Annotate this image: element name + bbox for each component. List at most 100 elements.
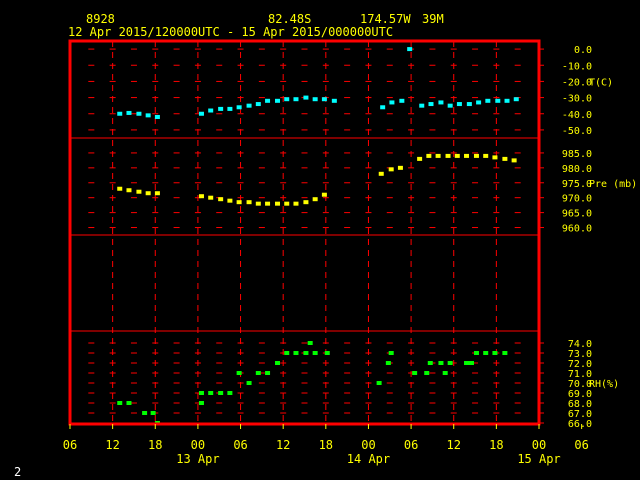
pressure-data-point [145, 191, 151, 196]
temperature-tick-label: -10.0 [562, 61, 592, 72]
temperature-tick-label: -30.0 [562, 94, 592, 105]
temperature-axis-label: T(C) [589, 77, 613, 88]
temperature-data-point [428, 102, 434, 107]
pressure-data-point [246, 200, 252, 205]
pressure-axis-label: Pre (mb) [589, 179, 637, 190]
pressure-data-point [208, 195, 214, 200]
humidity-data-point [307, 341, 313, 345]
temperature-data-point [447, 103, 453, 108]
x-tick-label: 12 [105, 438, 119, 452]
date-label: 13 Apr [176, 452, 219, 466]
humidity-data-point [483, 351, 489, 355]
meteogram-chart: 0.0 -10.0 -20.0 -30.0 -40.0 -50.0 T(C) 985.0 980… [63, 39, 637, 466]
temperature-data-point [513, 97, 519, 102]
humidity-data-point [208, 391, 214, 395]
pressure-data-point [426, 153, 432, 158]
temperature-data-point [399, 98, 405, 103]
pressure-data-point [284, 201, 290, 206]
pressure-data-point [473, 153, 479, 158]
temperature-data-point [265, 98, 271, 103]
pressure-tick-label: 975.0 [562, 179, 592, 190]
date-label: 15 Apr [517, 452, 560, 466]
humidity-data-point [424, 371, 430, 375]
humidity-data-point [265, 371, 271, 375]
pressure-tick-label: 985.0 [562, 149, 592, 160]
x-tick-label: 00 [532, 438, 546, 452]
temperature-data-point [227, 106, 233, 111]
humidity-data-point [255, 371, 261, 375]
pressure-data-point [511, 158, 517, 163]
temperature-data-point [117, 111, 123, 116]
temperature-data-point [274, 98, 280, 103]
pressure-data-point [255, 201, 261, 206]
humidity-data-point [198, 401, 204, 405]
humidity-data-point [376, 381, 382, 385]
humidity-data-point [142, 411, 148, 415]
humidity-data-point [442, 371, 448, 375]
pressure-tick-label: 980.0 [562, 164, 592, 175]
x-tick-label: 06 [574, 438, 588, 452]
date-label: 14 Apr [347, 452, 390, 466]
pressure-data-point [397, 165, 403, 170]
pressure-data-point [454, 153, 460, 158]
pressure-data-point [198, 194, 204, 199]
pressure-data-point [464, 153, 470, 158]
pressure-data-point [218, 197, 224, 202]
temperature-data-point [208, 108, 214, 113]
pressure-data-point [502, 156, 508, 161]
humidity-data-point [284, 351, 290, 355]
humidity-data-point [427, 361, 433, 365]
pressure-data-point [445, 153, 451, 158]
temperature-tick-label: 0.0 [574, 45, 592, 56]
humidity-data-point [447, 361, 453, 365]
humidity-data-point [126, 401, 132, 405]
humidity-data-point [274, 361, 280, 365]
x-tick-label: 06 [233, 438, 247, 452]
temperature-data-point [504, 98, 510, 103]
humidity-data-point [150, 411, 156, 415]
temperature-data-point [136, 111, 142, 116]
temperature-data-point [312, 97, 318, 102]
humidity-data-point [218, 391, 224, 395]
temperature-data-point [419, 103, 425, 108]
humidity-data-point [236, 371, 242, 375]
humidity-data-point [468, 361, 474, 365]
pressure-data-point [378, 171, 384, 176]
temperature-data-point [321, 97, 327, 102]
temperature-data-point [331, 98, 337, 103]
temperature-data-point [466, 102, 472, 107]
temperature-tick-label: -50.0 [562, 126, 592, 137]
pressure-data-point [154, 191, 160, 196]
pressure-data-point [388, 167, 394, 172]
pressure-data-point [293, 201, 299, 206]
x-tick-label: 18 [148, 438, 162, 452]
temperature-data-point [438, 100, 444, 105]
humidity-data-point [293, 351, 299, 355]
humidity-data-point [324, 351, 330, 355]
temperature-data-point [456, 102, 462, 107]
pressure-data-point [117, 186, 123, 191]
temperature-data-point [495, 98, 501, 103]
pressure-data-point [136, 189, 142, 194]
humidity-tick-label: 66.0 [568, 419, 592, 430]
humidity-data-point [198, 391, 204, 395]
temperature-data-point [246, 103, 252, 108]
temperature-data-point [284, 97, 290, 102]
pressure-data-point [483, 153, 489, 158]
pressure-data-point [236, 200, 242, 205]
pressure-data-point [303, 200, 309, 205]
humidity-data-point [117, 401, 123, 405]
pressure-data-point [312, 197, 318, 202]
pressure-data-point [321, 192, 327, 197]
humidity-data-point [492, 351, 498, 355]
pressure-data-point [435, 153, 441, 158]
humidity-data-point [464, 361, 470, 365]
pressure-data-point [126, 188, 132, 193]
x-tick-label: 18 [489, 438, 503, 452]
humidity-data-point [227, 391, 233, 395]
humidity-data-point [303, 351, 309, 355]
temperature-data-point [380, 105, 386, 110]
pressure-data-point [492, 155, 498, 160]
pressure-data-point [227, 198, 233, 203]
humidity-axis-label: RH(%) [589, 379, 619, 390]
